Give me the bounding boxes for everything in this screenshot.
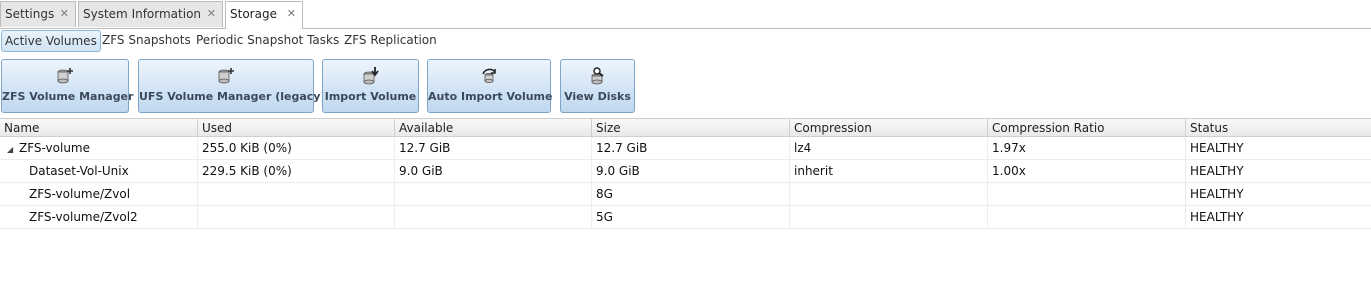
table-row[interactable]: ZFS-volume/Zvol 8G HEALTHY: [0, 183, 1371, 206]
import-volume-button[interactable]: Import Volume: [322, 59, 419, 113]
tab-settings[interactable]: Settings ✕: [0, 1, 76, 27]
size-cell: 9.0 GiB: [592, 160, 790, 182]
close-icon[interactable]: ✕: [207, 2, 216, 26]
size-cell: 12.7 GiB: [592, 137, 790, 159]
compression-ratio-cell: [988, 183, 1186, 205]
status-cell: HEALTHY: [1190, 210, 1244, 224]
name-cell: ZFS-volume/Zvol2: [0, 206, 198, 228]
auto-import-volume-button[interactable]: Auto Import Volume: [427, 59, 553, 113]
import-icon: [363, 67, 379, 85]
compression-ratio-cell: 1.00x: [988, 160, 1186, 182]
compression-ratio-cell: 1.97x: [988, 137, 1186, 159]
table-row[interactable]: ZFS-volume/Zvol2 5G HEALTHY: [0, 206, 1371, 229]
subtab-zfs-snapshots[interactable]: ZFS Snapshots: [99, 30, 194, 52]
volume-add-icon: [218, 68, 234, 84]
used-cell: [198, 206, 395, 228]
view-disks-button[interactable]: View Disks: [560, 59, 635, 113]
import-volume-label: Import Volume: [324, 90, 417, 103]
compression-cell: [790, 183, 988, 205]
ufs-volume-manager-button[interactable]: UFS Volume Manager (legacy): [138, 59, 326, 113]
tab-storage[interactable]: Storage ✕: [225, 1, 303, 29]
table-row[interactable]: Dataset-Vol-Unix 229.5 KiB (0%) 9.0 GiB …: [0, 160, 1371, 183]
size-cell: 5G: [592, 206, 790, 228]
zfs-volume-manager-label: ZFS Volume Manager: [2, 90, 134, 103]
table-row[interactable]: ◢ ZFS-volume 255.0 KiB (0%) 12.7 GiB 12.7…: [0, 137, 1371, 160]
used-cell: 229.5 KiB (0%): [198, 160, 395, 182]
tab-storage-label: Storage: [230, 7, 277, 21]
available-cell: [395, 183, 592, 205]
available-cell: [395, 206, 592, 228]
tab-settings-label: Settings: [5, 7, 55, 21]
compression-cell: inherit: [790, 160, 988, 182]
zfs-volume-manager-button[interactable]: ZFS Volume Manager: [1, 59, 134, 113]
compression-cell: lz4: [790, 137, 988, 159]
status-cell: HEALTHY: [1190, 141, 1244, 155]
close-icon[interactable]: ✕: [287, 2, 296, 26]
status-cell: HEALTHY: [1190, 164, 1244, 178]
available-cell: 9.0 GiB: [395, 160, 592, 182]
column-header-compression-ratio[interactable]: Compression Ratio: [988, 119, 1186, 137]
subtab-periodic-snapshot-tasks[interactable]: Periodic Snapshot Tasks: [193, 30, 342, 52]
column-header-available[interactable]: Available: [395, 119, 592, 137]
view-disks-label: View Disks: [564, 90, 631, 103]
main-tab-bar: Settings ✕ System Information ✕ Storage …: [0, 0, 1371, 29]
column-header-compression[interactable]: Compression: [790, 119, 988, 137]
close-icon[interactable]: ✕: [60, 2, 69, 26]
auto-import-volume-label: Auto Import Volume: [428, 90, 553, 103]
subtab-active-volumes[interactable]: Active Volumes: [1, 30, 101, 52]
used-cell: 255.0 KiB (0%): [198, 137, 395, 159]
auto-import-icon: [482, 68, 496, 83]
tab-system-information-label: System Information: [83, 7, 202, 21]
name-cell: ◢ ZFS-volume: [0, 137, 198, 159]
name-cell: ZFS-volume/Zvol: [0, 183, 198, 205]
column-header-size[interactable]: Size: [592, 119, 790, 137]
volume-add-icon: [57, 68, 73, 84]
ufs-volume-manager-label: UFS Volume Manager (legacy): [139, 90, 326, 103]
grid-header: Name Used Available Size Compression Com…: [0, 118, 1371, 137]
name-cell: Dataset-Vol-Unix: [0, 160, 198, 182]
used-cell: [198, 183, 395, 205]
storage-subtab-bar: Active Volumes ZFS Snapshots Periodic Sn…: [0, 28, 1371, 54]
subtab-zfs-replication[interactable]: ZFS Replication: [341, 30, 440, 52]
expand-collapse-icon[interactable]: ◢: [7, 139, 19, 159]
available-cell: 12.7 GiB: [395, 137, 592, 159]
view-disks-icon: [591, 67, 604, 85]
compression-ratio-cell: [988, 206, 1186, 228]
column-header-name[interactable]: Name: [0, 119, 198, 137]
compression-cell: [790, 206, 988, 228]
column-header-status[interactable]: Status: [1186, 119, 1371, 137]
tab-system-information[interactable]: System Information ✕: [78, 1, 223, 27]
column-header-used[interactable]: Used: [198, 119, 395, 137]
size-cell: 8G: [592, 183, 790, 205]
status-cell: HEALTHY: [1190, 187, 1244, 201]
volume-name: ZFS-volume: [19, 141, 90, 155]
